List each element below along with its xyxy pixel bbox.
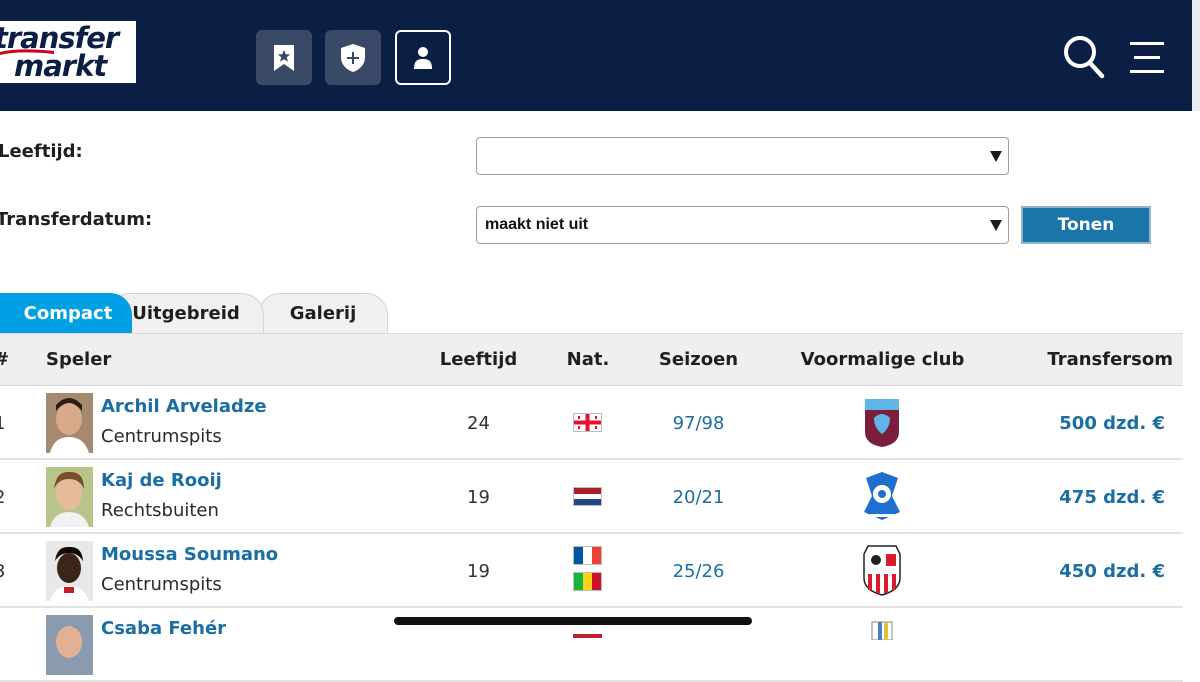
player-portrait-icon	[46, 393, 93, 453]
player-name-link[interactable]: Archil Arveladze	[101, 396, 267, 417]
age-filter-label: Leeftijd:	[0, 141, 83, 162]
player-age: 19	[467, 487, 490, 508]
profile-button[interactable]	[395, 30, 451, 85]
trabzonspor-crest-icon[interactable]	[862, 396, 902, 448]
player-photo[interactable]	[46, 541, 93, 601]
age-select[interactable]	[476, 137, 1009, 175]
transfer-fee[interactable]: 450 dzd. €	[1000, 561, 1165, 582]
show-button[interactable]: Tonen	[1021, 206, 1151, 244]
flag-mali-icon	[573, 572, 602, 591]
transfer-date-value: maakt niet uit	[485, 216, 589, 233]
table-row: 1 Archil Arveladze Centrumspits 24 97	[0, 386, 1183, 460]
user-icon	[414, 46, 432, 69]
player-age: 19	[467, 561, 490, 582]
row-number: 2	[0, 487, 5, 508]
transfer-fee[interactable]: 500 dzd. €	[1000, 413, 1165, 434]
home-indicator[interactable]	[394, 617, 752, 625]
header-num: #	[0, 334, 9, 386]
flag-partial-icon	[573, 634, 602, 638]
transfer-fee[interactable]: 475 dzd. €	[1000, 487, 1165, 508]
player-portrait-icon	[46, 467, 93, 527]
chevron-down-icon	[990, 151, 1002, 162]
header-player[interactable]: Speler	[46, 334, 111, 386]
header-season[interactable]: Seizoen	[632, 334, 765, 386]
logo-text-line2: markt	[14, 49, 107, 83]
search-icon[interactable]	[1062, 34, 1106, 80]
flag-france-icon	[573, 546, 602, 565]
top-navbar: transfer markt	[0, 0, 1192, 111]
row-number: 3	[0, 561, 5, 582]
table-row: 2 Kaj de Rooij Rechtsbuiten 19 20/21	[0, 460, 1183, 534]
player-portrait-icon	[46, 541, 93, 601]
season-link[interactable]: 97/98	[632, 413, 765, 434]
header-edge	[1192, 0, 1200, 111]
season-link[interactable]: 20/21	[632, 487, 765, 508]
transfer-date-select[interactable]: maakt niet uit	[476, 206, 1009, 244]
player-position: Rechtsbuiten	[101, 500, 219, 521]
chevron-down-icon	[990, 220, 1002, 231]
transfermarkt-logo[interactable]: transfer markt	[0, 19, 138, 85]
player-name-link[interactable]: Csaba Fehér	[101, 618, 226, 639]
table-row: 3 Moussa Soumano Centrumspits 19	[0, 534, 1183, 608]
transfer-date-label: Transferdatum:	[0, 209, 153, 230]
player-photo[interactable]	[46, 467, 93, 527]
watchlist-button[interactable]	[256, 30, 312, 85]
flag-georgia-icon	[573, 413, 602, 432]
player-portrait-icon	[46, 615, 93, 675]
menu-icon[interactable]	[1128, 40, 1166, 76]
header-previous-club: Voormalige club	[800, 349, 965, 370]
shield-plus-icon	[341, 43, 365, 72]
player-photo[interactable]	[46, 615, 93, 675]
header-fee[interactable]: Transfersom	[1000, 334, 1173, 386]
tab-compact[interactable]: Compact	[0, 293, 132, 333]
player-name-link[interactable]: Kaj de Rooij	[101, 470, 222, 491]
season-link[interactable]: 25/26	[632, 561, 765, 582]
fc-eindhoven-crest-icon[interactable]	[862, 470, 902, 522]
player-position: Centrumspits	[101, 574, 222, 595]
tab-galerij[interactable]: Galerij	[258, 293, 388, 333]
clubs-button[interactable]	[325, 30, 381, 85]
player-position: Centrumspits	[101, 426, 222, 447]
player-age: 24	[467, 413, 490, 434]
header-nationality: Nat.	[566, 349, 610, 370]
ac-ajaccio-crest-icon[interactable]	[862, 544, 902, 596]
player-photo[interactable]	[46, 393, 93, 453]
player-name-link[interactable]: Moussa Soumano	[101, 544, 278, 565]
row-number: 1	[0, 413, 5, 434]
header-age[interactable]: Leeftijd	[413, 334, 544, 386]
table-header: # Speler Leeftijd Nat. Seizoen Voormalig…	[0, 333, 1183, 386]
flag-netherlands-icon	[573, 487, 602, 506]
club-crest-partial-icon[interactable]	[862, 618, 902, 640]
bookmark-star-icon	[274, 44, 294, 71]
